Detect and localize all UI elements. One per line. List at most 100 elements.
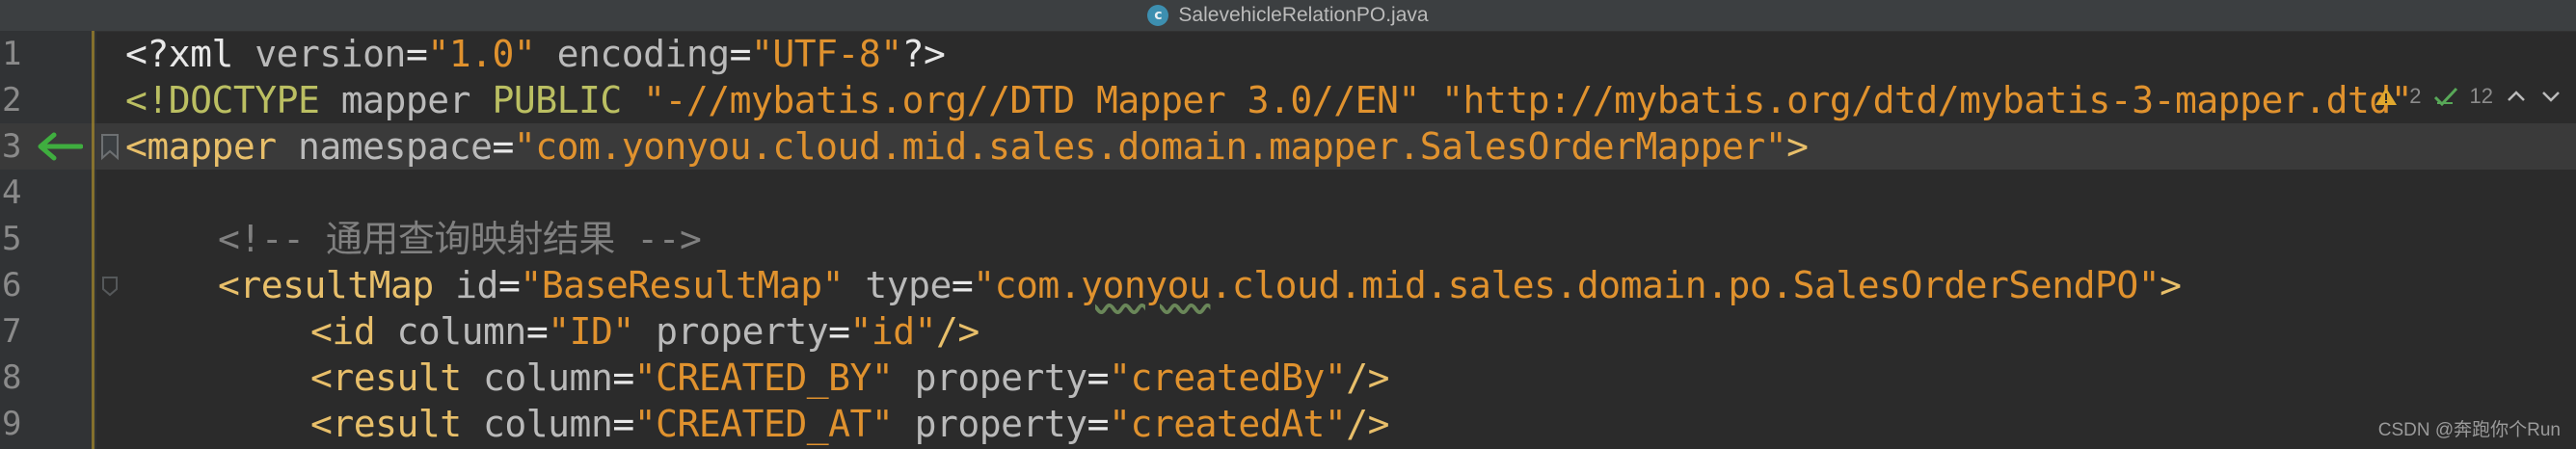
token: = (492, 125, 514, 168)
token: <?xml (125, 33, 255, 75)
line-number: 1 (2, 35, 22, 73)
token: column (461, 357, 613, 399)
window-title-bar: c SalevehicleRelationPO.java (0, 0, 2576, 32)
java-class-icon: c (1147, 5, 1169, 26)
line-number: 3 (2, 127, 22, 166)
token: = (828, 310, 850, 353)
token: "UTF-8" (751, 33, 902, 75)
code-text[interactable]: <id column="ID" property="id"/> (310, 308, 979, 355)
token: "com.yonyou.cloud.mid.sales.domain.mappe… (513, 125, 1787, 168)
token: namespace (276, 125, 493, 168)
inspection-widget[interactable]: 2 12 (2375, 77, 2576, 116)
token: < (310, 357, 333, 399)
chevron-down-icon[interactable] (2539, 87, 2563, 106)
chevron-up-icon[interactable] (2505, 87, 2528, 106)
token: = (497, 264, 521, 306)
token: "http://mybatis.org/dtd/mybatis-3-mapper… (1441, 79, 2413, 121)
window-title: SalevehicleRelationPO.java (1178, 4, 1429, 26)
code-text[interactable]: <!DOCTYPE mapper PUBLIC "-//mybatis.org/… (125, 77, 2413, 123)
token: <!DOCTYPE (125, 79, 341, 121)
token: > (2160, 264, 2182, 306)
line-number: 5 (2, 220, 22, 258)
token: = (612, 403, 634, 445)
line-number: 7 (2, 312, 22, 351)
token: < (125, 125, 148, 168)
token: column (375, 310, 527, 353)
weak-warning-count: 12 (2469, 84, 2493, 108)
code-line[interactable]: 9 <result column="CREATED_AT" property="… (0, 401, 2576, 447)
token: resultMap (239, 264, 434, 306)
token: = (951, 264, 974, 306)
code-editor[interactable]: 1 <?xml version="1.0" encoding="UTF-8"?>… (0, 31, 2576, 449)
warning-count: 2 (2409, 84, 2422, 108)
code-line[interactable]: 8 <result column="CREATED_BY" property="… (0, 355, 2576, 401)
token: ?> (901, 33, 946, 75)
line-number: 6 (2, 266, 22, 304)
back-arrow-icon[interactable] (33, 132, 83, 161)
token: "CREATED_AT" (633, 403, 894, 445)
token: /> (1346, 403, 1389, 445)
token: = (405, 33, 428, 75)
token: type (844, 264, 952, 306)
code-text[interactable]: <result column="CREATED_AT" property="cr… (310, 401, 1389, 447)
token: = (1087, 357, 1110, 399)
token: column (461, 403, 613, 445)
token: "BaseResultMap" (520, 264, 844, 306)
code-text[interactable]: <?xml version="1.0" encoding="UTF-8"?> (125, 31, 946, 77)
token: mapper (340, 79, 493, 121)
gutter-separator (92, 31, 94, 449)
weak-warning-icon[interactable] (2433, 86, 2458, 107)
token: "1.0" (427, 33, 536, 75)
token: result (332, 403, 462, 445)
line-number: 2 (2, 81, 22, 119)
code-line[interactable]: 5 <!-- 通用查询映射结果 --> (0, 216, 2576, 262)
token: "com. (973, 264, 1082, 306)
code-text[interactable]: <!-- 通用查询映射结果 --> (218, 216, 702, 262)
line-number: 8 (2, 358, 22, 397)
line-number: 9 (2, 405, 22, 443)
token: encoding (535, 33, 731, 75)
code-text[interactable]: <mapper namespace="com.yonyou.cloud.mid.… (125, 123, 1809, 170)
token: property (893, 357, 1088, 399)
code-line[interactable]: 1 <?xml version="1.0" encoding="UTF-8"?> (0, 31, 2576, 77)
token: = (1087, 403, 1110, 445)
token: property (633, 310, 829, 353)
token: = (729, 33, 752, 75)
comment-token: <!-- 通用查询映射结果 --> (218, 218, 702, 260)
token: "ID" (548, 310, 634, 353)
token: mapper (147, 125, 277, 168)
token: "createdBy" (1109, 357, 1347, 399)
code-line[interactable]: 4 (0, 170, 2576, 216)
token: < (310, 403, 333, 445)
code-text[interactable]: <resultMap id="BaseResultMap" type="com.… (218, 262, 2182, 308)
fold-icon[interactable] (99, 274, 121, 299)
token: version (255, 33, 406, 75)
token: .cloud.mid.sales.domain.po.SalesOrderSen… (1210, 264, 2160, 306)
code-line[interactable]: 2 <!DOCTYPE mapper PUBLIC "-//mybatis.or… (0, 77, 2576, 123)
token: "CREATED_BY" (633, 357, 894, 399)
token: "id" (849, 310, 937, 353)
token: "-//mybatis.org//DTD Mapper 3.0//EN" (643, 79, 1420, 121)
token: PUBLIC (492, 79, 644, 121)
token: < (218, 264, 240, 306)
token: = (612, 357, 634, 399)
token: yonyou (1081, 264, 1211, 306)
token: result (332, 357, 462, 399)
line-number: 4 (2, 173, 22, 212)
token: property (893, 403, 1088, 445)
code-text[interactable]: <result column="CREATED_BY" property="cr… (310, 355, 1389, 401)
token: < (310, 310, 333, 353)
token: id (332, 310, 376, 353)
code-line-current[interactable]: 3 <mapper namespace="com.yonyou.cloud.mi… (0, 123, 2576, 170)
token: > (1786, 125, 1809, 168)
token: = (525, 310, 549, 353)
token: /> (1346, 357, 1389, 399)
code-line[interactable]: 7 <id column="ID" property="id"/> (0, 308, 2576, 355)
token: /> (936, 310, 979, 353)
bookmark-icon[interactable] (99, 133, 121, 162)
token: "createdAt" (1109, 403, 1347, 445)
code-line[interactable]: 6 <resultMap id="BaseResultMap" type="co… (0, 262, 2576, 308)
warning-icon[interactable] (2375, 86, 2398, 107)
token: id (433, 264, 498, 306)
